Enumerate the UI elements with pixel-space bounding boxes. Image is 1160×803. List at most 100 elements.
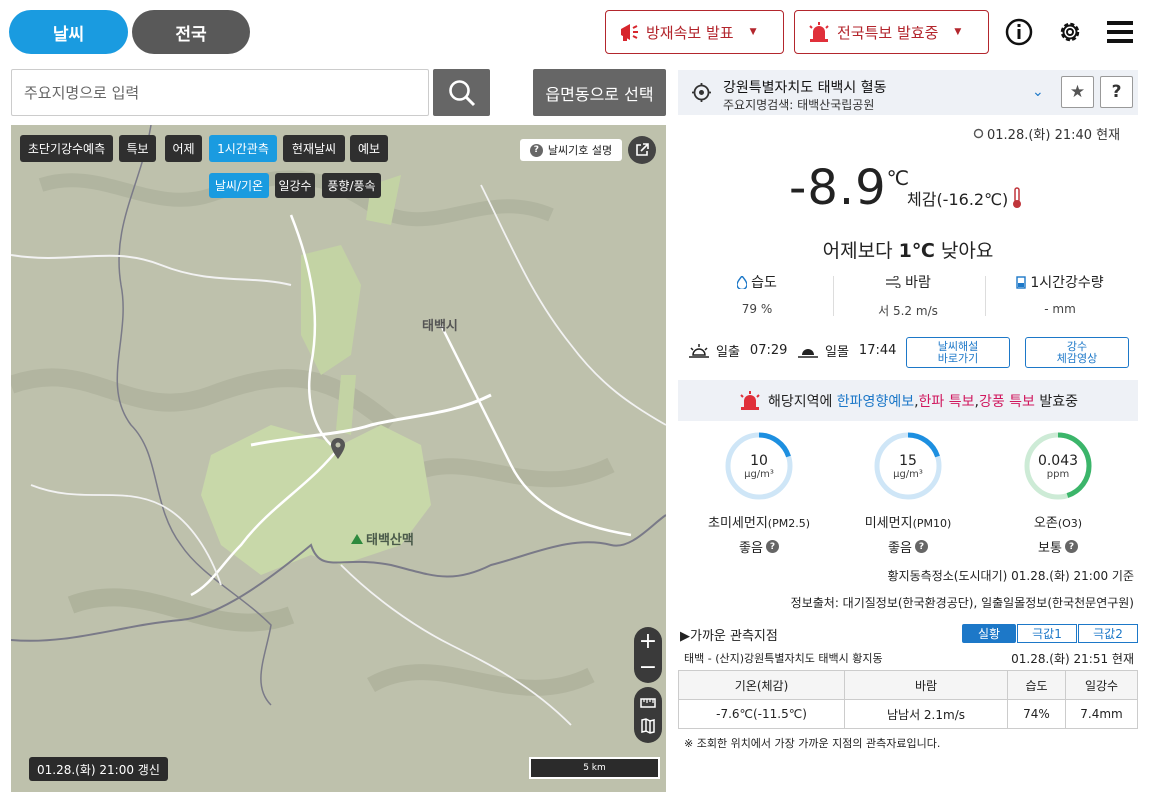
map-scale-bar: 5 km [529, 757, 660, 779]
external-link-icon [636, 143, 649, 156]
ruler-icon[interactable] [640, 696, 656, 710]
cell-temp: -7.6℃(-11.5℃) [678, 699, 845, 729]
wind-icon [886, 276, 901, 288]
pm10-code: (PM10) [912, 517, 952, 530]
info-button[interactable] [1002, 14, 1036, 50]
pm10-value: 15 [899, 452, 917, 469]
map-tab-hourly-obs[interactable]: 1시간관측 [209, 135, 277, 162]
wind-stat: 바람 서 5.2 m/s [833, 272, 983, 319]
humidity-label: 습도 [751, 275, 777, 291]
favorite-button[interactable]: ★ [1061, 76, 1094, 108]
megaphone-icon [621, 24, 638, 41]
map-subtab-daily-rain[interactable]: 일강수 [275, 173, 315, 198]
ozone-value: 0.043 [1037, 452, 1079, 469]
settings-button[interactable] [1053, 14, 1087, 50]
help-icon[interactable]: ? [914, 540, 928, 553]
chevron-down-icon[interactable]: ⌄ [1032, 84, 1044, 100]
nearby-tab-extreme1[interactable]: 극값1 [1017, 624, 1077, 643]
current-temperature: -8.9 ℃ [789, 160, 909, 216]
pm25-code: (PM2.5) [767, 517, 810, 530]
feels-like-text: 체감(-16.2℃) [907, 190, 1009, 209]
pm10-unit: μg/m³ [893, 468, 923, 480]
nearby-title: ▶가까운 관측지점 [680, 629, 778, 644]
map-updated-badge: 01.28.(화) 21:00 갱신 [29, 757, 168, 781]
map-label-mountain-text: 태백산맥 [366, 533, 414, 548]
pm10-grade: 좋음 [888, 541, 912, 556]
ozone-grade: 보통 [1038, 541, 1062, 556]
compare-value: 1℃ [898, 240, 935, 262]
air-ozone: 0.043 ppm 오존(O3) 보통? [993, 432, 1123, 556]
table-header-row: 기온(체감) 바람 습도 일강수 [678, 670, 1138, 700]
map-tab-nowcast-label: 초단기강수예측 [27, 142, 106, 156]
header-daily-rain: 일강수 [1065, 670, 1138, 700]
map-tab-yesterday-label: 어제 [172, 142, 195, 156]
nationwide-warning-label: 전국특보 발효중 [837, 23, 939, 42]
map-tab-yesterday[interactable]: 어제 [165, 135, 202, 162]
map-tab-current[interactable]: 현재날씨 [283, 135, 345, 162]
weather-symbol-legend-button[interactable]: ? 날씨기호 설명 [520, 139, 622, 161]
weather-commentary-button[interactable]: 날씨해설 바로가기 [906, 337, 1010, 368]
help-button[interactable]: ? [1100, 76, 1133, 108]
help-icon[interactable]: ? [765, 540, 779, 553]
rain-video-button[interactable]: 강수 체감영상 [1025, 337, 1129, 368]
map-subtab-temp[interactable]: 날씨/기온 [209, 173, 269, 198]
help-icon[interactable]: ? [1064, 540, 1078, 553]
nearby-tab-extreme2[interactable]: 극값2 [1078, 624, 1138, 643]
temperature-value: -8.9 [789, 160, 887, 216]
weather-commentary-line2: 바로가기 [937, 351, 979, 365]
humidity-stat: 습도 79 % [682, 272, 832, 316]
warning-banner: 해당지역에 한파영향예보,한파 특보,강풍 특보 발효중 [678, 380, 1138, 421]
tab-weather[interactable]: 날씨 [9, 10, 128, 54]
compare-pre: 어제보다 [822, 240, 899, 262]
map-tab-forecast-label: 예보 [357, 142, 381, 156]
sunset-icon [798, 348, 818, 358]
thermometer-icon [1013, 187, 1022, 208]
zoom-in-button[interactable]: + [639, 629, 657, 655]
info-icon [1005, 18, 1033, 46]
warning-cold-impact[interactable]: 한파영향예보 [837, 394, 914, 410]
external-link-button[interactable] [628, 136, 656, 164]
humidity-value: 79 % [741, 302, 773, 316]
map-subtab-wind[interactable]: 풍향/풍속 [322, 173, 381, 198]
search-button[interactable] [433, 69, 490, 116]
sunrise: 일출 07:29 [688, 341, 787, 360]
refresh-icon[interactable] [973, 128, 984, 139]
help-icon: ? [529, 143, 543, 157]
siren-icon [740, 390, 760, 410]
map-tools [634, 687, 662, 743]
region-select-button[interactable]: 읍면동으로 선택 [533, 69, 666, 116]
zoom-control: + − [634, 627, 662, 683]
warning-wind[interactable]: 강풍 특보 [979, 394, 1035, 410]
wind-value: 서 5.2 m/s [878, 304, 938, 318]
search-input[interactable] [11, 69, 429, 116]
air-pm25: 10 μg/m³ 초미세먼지(PM2.5) 좋음? [694, 432, 824, 556]
menu-button[interactable] [1103, 14, 1137, 50]
pm25-label: 초미세먼지 [707, 516, 768, 531]
gps-target-icon[interactable] [692, 83, 711, 102]
map-label-mountain: 태백산맥 [351, 529, 414, 548]
nationwide-warning-button[interactable]: 전국특보 발효중 ▼ [794, 10, 989, 54]
disaster-news-button[interactable]: 방재속보 발표 ▼ [605, 10, 784, 54]
map-updated-text: 01.28.(화) 21:00 갱신 [37, 762, 160, 777]
map-layers-icon[interactable] [640, 718, 656, 734]
zoom-out-button[interactable]: − [639, 655, 657, 681]
map-subtab-wind-label: 풍향/풍속 [327, 179, 376, 193]
compare-yesterday: 어제보다 1℃ 낮아요 [678, 236, 1138, 263]
map-tab-forecast[interactable]: 예보 [350, 135, 388, 162]
location-bar[interactable]: 강원특별자치도 태백시 혈동 주요지명검색: 태백산국립공원 ⌄ ★ ? [678, 70, 1138, 115]
tab-nationwide[interactable]: 전국 [132, 10, 250, 54]
nearby-tab-extreme1-label: 극값1 [1032, 627, 1062, 641]
map-tab-hourly-obs-label: 1시간관측 [217, 142, 269, 156]
map-tab-warning[interactable]: 특보 [119, 135, 156, 162]
map-tab-nowcast[interactable]: 초단기강수예측 [20, 135, 113, 162]
feels-like: 체감(-16.2℃) [907, 186, 1024, 210]
hamburger-menu-icon [1107, 21, 1133, 43]
weather-commentary-line1: 날씨해설 [937, 339, 979, 353]
cell-wind: 남남서 2.1m/s [844, 699, 1008, 729]
cell-daily-rain: 7.4mm [1065, 699, 1138, 729]
warning-cold[interactable]: 한파 특보 [919, 394, 975, 410]
nearby-tab-now[interactable]: 실황 [962, 624, 1016, 643]
weather-map[interactable]: 초단기강수예측 특보 어제 1시간관측 현재날씨 예보 날씨/기온 일강수 풍향… [11, 125, 666, 792]
pm25-value: 10 [750, 452, 768, 469]
tab-nationwide-label: 전국 [175, 24, 207, 45]
